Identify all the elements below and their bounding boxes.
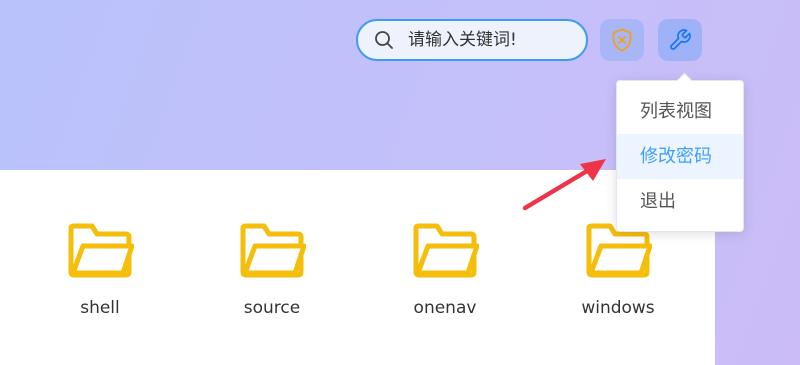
- settings-wrench-button[interactable]: [658, 19, 702, 61]
- folder-item[interactable]: onenav: [385, 220, 505, 318]
- folder-icon: [413, 223, 479, 278]
- folder-item[interactable]: shell: [40, 220, 160, 318]
- folder-name: shell: [80, 298, 120, 318]
- menu-item-change-password[interactable]: 修改密码: [617, 134, 743, 179]
- folder-icon: [240, 223, 306, 278]
- folder-item[interactable]: windows: [558, 220, 678, 318]
- folder-icon: [68, 223, 134, 278]
- annotation-arrow-icon: [522, 159, 606, 211]
- search-icon: [375, 31, 393, 49]
- folder-name: windows: [581, 298, 655, 318]
- shield-button[interactable]: [600, 19, 644, 61]
- folder-name: onenav: [413, 298, 477, 318]
- folder-name: source: [243, 298, 301, 318]
- menu-item-logout[interactable]: 退出: [617, 179, 743, 224]
- menu-item-list-view[interactable]: 列表视图: [617, 89, 743, 134]
- search-input[interactable]: [408, 30, 578, 50]
- settings-dropdown-menu: 列表视图 修改密码 退出: [616, 80, 744, 232]
- folder-item[interactable]: source: [212, 220, 332, 318]
- shield-x-icon: [612, 28, 632, 52]
- search-box[interactable]: [356, 19, 588, 61]
- wrench-icon: [670, 29, 691, 50]
